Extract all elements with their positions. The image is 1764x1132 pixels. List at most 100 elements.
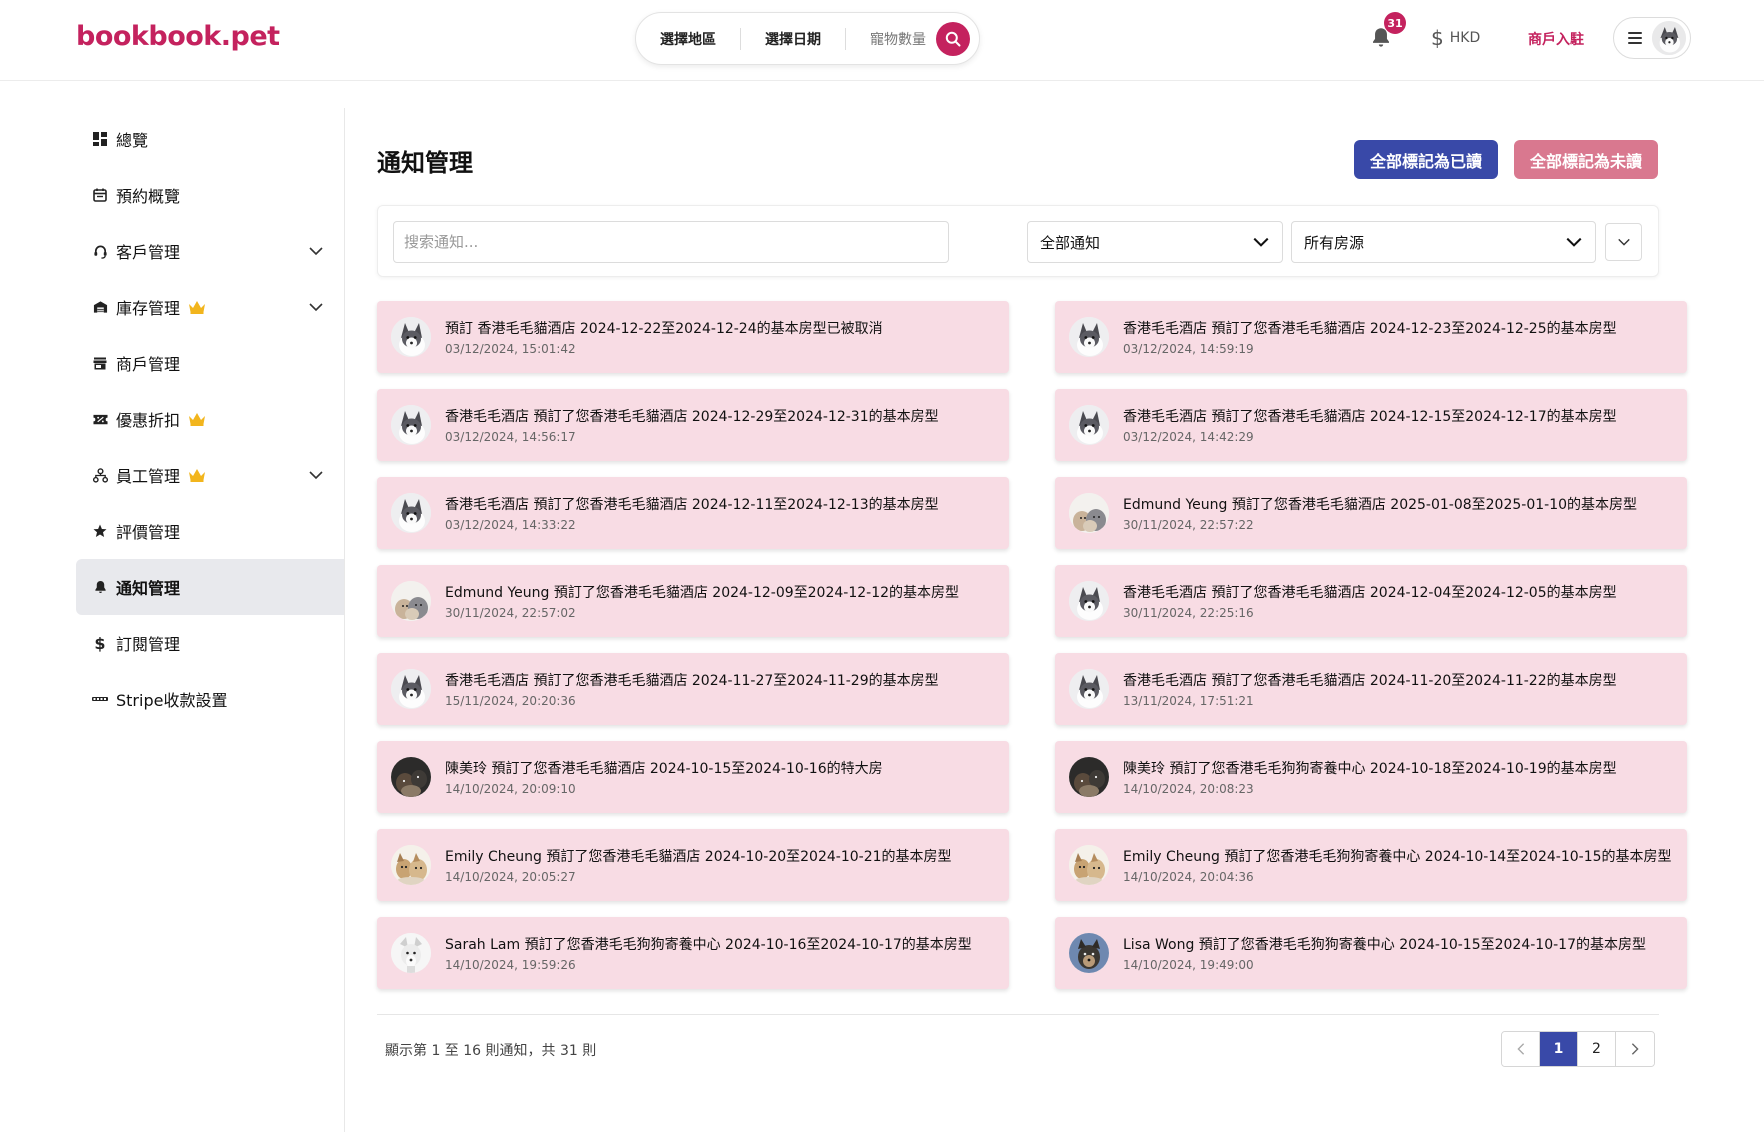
- notification-card[interactable]: 香港毛毛酒店 預訂了您香港毛毛貓酒店 2024-12-04至2024-12-05…: [1055, 565, 1687, 637]
- notification-message: 香港毛毛酒店 預訂了您香港毛毛貓酒店 2024-12-04至2024-12-05…: [1123, 585, 1617, 601]
- pagination-divider: [377, 1014, 1659, 1015]
- sidebar-item-inventory[interactable]: 庫存管理: [76, 279, 344, 335]
- notification-message: 香港毛毛酒店 預訂了您香港毛毛貓酒店 2024-12-29至2024-12-31…: [445, 409, 939, 425]
- notification-card[interactable]: Edmund Yeung 預訂了您香港毛毛貓酒店 2024-12-09至2024…: [377, 565, 1009, 637]
- sidebar-item-label: 庫存管理: [116, 299, 181, 318]
- crown-icon: [189, 413, 206, 426]
- currency-selector[interactable]: $ HKD: [1431, 26, 1480, 50]
- mark-all-read-button[interactable]: 全部標記為已讀: [1354, 140, 1498, 179]
- pet-count-picker[interactable]: 寵物數量: [846, 29, 936, 49]
- notification-card[interactable]: 陳美玲 預訂了您香港毛毛貓酒店 2024-10-15至2024-10-16的特大…: [377, 741, 1009, 813]
- chevron-down-icon[interactable]: [308, 299, 324, 315]
- sidebar-item-label: 訂閱管理: [116, 635, 181, 654]
- notification-timestamp: 14/10/2024, 19:49:00: [1123, 958, 1254, 972]
- search-button[interactable]: [936, 21, 970, 56]
- select-value: 所有房源: [1304, 233, 1365, 252]
- avatar: [1069, 933, 1109, 973]
- notification-card[interactable]: 香港毛毛酒店 預訂了您香港毛毛貓酒店 2024-12-29至2024-12-31…: [377, 389, 1009, 461]
- notification-card[interactable]: Emily Cheung 預訂了您香港毛毛狗狗寄養中心 2024-10-14至2…: [1055, 829, 1687, 901]
- sidebar-item-discounts[interactable]: 優惠折扣: [76, 391, 344, 447]
- filter-panel: 全部通知 所有房源: [377, 205, 1659, 277]
- chevron-down-icon: [1253, 237, 1269, 247]
- notification-timestamp: 30/11/2024, 22:57:22: [1123, 518, 1254, 532]
- page-button[interactable]: 2: [1578, 1032, 1616, 1066]
- notification-timestamp: 30/11/2024, 22:25:16: [1123, 606, 1254, 620]
- notification-timestamp: 14/10/2024, 20:08:23: [1123, 782, 1254, 796]
- notification-timestamp: 03/12/2024, 14:42:29: [1123, 430, 1254, 444]
- sidebar-item-label: 商戶管理: [116, 355, 181, 374]
- search-input[interactable]: [393, 221, 949, 263]
- merchant-signup-link[interactable]: 商戶入駐: [1528, 29, 1584, 49]
- menu-icon: [1628, 32, 1642, 44]
- notification-message: Edmund Yeung 預訂了您香港毛毛貓酒店 2025-01-08至2025…: [1123, 497, 1638, 513]
- notification-card[interactable]: Edmund Yeung 預訂了您香港毛毛貓酒店 2025-01-08至2025…: [1055, 477, 1687, 549]
- avatar: [391, 669, 431, 709]
- chevron-down-icon[interactable]: [308, 467, 324, 483]
- notification-card[interactable]: 香港毛毛酒店 預訂了您香港毛毛貓酒店 2024-11-27至2024-11-29…: [377, 653, 1009, 725]
- headset-icon: [92, 243, 108, 259]
- user-menu-button[interactable]: [1613, 17, 1691, 59]
- notification-message: 香港毛毛酒店 預訂了您香港毛毛貓酒店 2024-12-23至2024-12-25…: [1123, 321, 1617, 337]
- sidebar-item-label: 評價管理: [116, 523, 181, 542]
- prev-page-button[interactable]: [1502, 1032, 1540, 1066]
- chevron-right-icon: [1631, 1043, 1639, 1055]
- avatar: [391, 317, 431, 357]
- sidebar-item-bookings[interactable]: 預約概覽: [76, 167, 344, 223]
- sidebar-item-notifications[interactable]: 通知管理: [76, 559, 344, 615]
- warehouse-icon: [92, 299, 108, 315]
- sidebar-item-staff[interactable]: 員工管理: [76, 447, 344, 503]
- avatar: [1069, 845, 1109, 885]
- notification-message: 香港毛毛酒店 預訂了您香港毛毛貓酒店 2024-11-27至2024-11-29…: [445, 673, 939, 689]
- next-page-button[interactable]: [1616, 1032, 1654, 1066]
- search-bar: 選擇地區 選擇日期 寵物數量: [635, 12, 980, 65]
- sidebar-item-overview[interactable]: 總覽: [76, 111, 344, 167]
- notification-card[interactable]: 預訂 香港毛毛貓酒店 2024-12-22至2024-12-24的基本房型已被取…: [377, 301, 1009, 373]
- mark-all-unread-button[interactable]: 全部標記為未讀: [1514, 140, 1658, 179]
- notification-timestamp: 15/11/2024, 20:20:36: [445, 694, 576, 708]
- sidebar-item-label: 通知管理: [116, 579, 181, 598]
- sidebar-item-merchant[interactable]: 商戶管理: [76, 335, 344, 391]
- chevron-down-icon[interactable]: [308, 243, 324, 259]
- bell-icon: [92, 579, 108, 595]
- notification-card[interactable]: Emily Cheung 預訂了您香港毛毛貓酒店 2024-10-20至2024…: [377, 829, 1009, 901]
- date-picker[interactable]: 選擇日期: [741, 29, 845, 49]
- avatar: [1069, 669, 1109, 709]
- ticket-icon: [92, 411, 108, 427]
- notification-card[interactable]: 香港毛毛酒店 預訂了您香港毛毛貓酒店 2024-11-20至2024-11-22…: [1055, 653, 1687, 725]
- sidebar-item-customers[interactable]: 客戶管理: [76, 223, 344, 279]
- notification-count-badge: 31: [1384, 12, 1406, 34]
- sidebar-item-label: 員工管理: [116, 467, 181, 486]
- avatar: [391, 493, 431, 533]
- notification-card[interactable]: 香港毛毛酒店 預訂了您香港毛毛貓酒店 2024-12-15至2024-12-17…: [1055, 389, 1687, 461]
- notification-message: 香港毛毛酒店 預訂了您香港毛毛貓酒店 2024-12-15至2024-12-17…: [1123, 409, 1617, 425]
- page-title: 通知管理: [377, 149, 473, 177]
- avatar: [391, 405, 431, 445]
- notification-timestamp: 03/12/2024, 14:56:17: [445, 430, 576, 444]
- chevron-down-icon: [1617, 238, 1630, 246]
- notification-card[interactable]: 陳美玲 預訂了您香港毛毛狗狗寄養中心 2024-10-18至2024-10-19…: [1055, 741, 1687, 813]
- notification-timestamp: 13/11/2024, 17:51:21: [1123, 694, 1254, 708]
- notification-type-select[interactable]: 全部通知: [1027, 221, 1283, 263]
- star-icon: [92, 523, 108, 539]
- sidebar-item-stripe[interactable]: Stripe收款設置: [76, 671, 344, 727]
- avatar: [391, 581, 431, 621]
- sidebar-item-subscription[interactable]: $ 訂閱管理: [76, 615, 344, 671]
- site-logo[interactable]: bookbook.pet: [76, 21, 280, 52]
- property-select[interactable]: 所有房源: [1291, 221, 1596, 263]
- sidebar-item-label: 客戶管理: [116, 243, 181, 262]
- notification-timestamp: 14/10/2024, 19:59:26: [445, 958, 576, 972]
- notification-card[interactable]: 香港毛毛酒店 預訂了您香港毛毛貓酒店 2024-12-11至2024-12-13…: [377, 477, 1009, 549]
- sidebar-item-reviews[interactable]: 評價管理: [76, 503, 344, 559]
- notification-timestamp: 14/10/2024, 20:04:36: [1123, 870, 1254, 884]
- notification-message: 預訂 香港毛毛貓酒店 2024-12-22至2024-12-24的基本房型已被取…: [445, 321, 883, 337]
- notification-message: Edmund Yeung 預訂了您香港毛毛貓酒店 2024-12-09至2024…: [445, 585, 960, 601]
- page-button[interactable]: 1: [1540, 1032, 1578, 1066]
- crown-icon: [189, 469, 206, 482]
- notification-card[interactable]: Sarah Lam 預訂了您香港毛毛狗狗寄養中心 2024-10-16至2024…: [377, 917, 1009, 989]
- dollar-icon: $: [1431, 26, 1444, 50]
- region-picker[interactable]: 選擇地區: [636, 29, 740, 49]
- notification-card[interactable]: Lisa Wong 預訂了您香港毛毛狗狗寄養中心 2024-10-15至2024…: [1055, 917, 1687, 989]
- notification-card[interactable]: 香港毛毛酒店 預訂了您香港毛毛貓酒店 2024-12-23至2024-12-25…: [1055, 301, 1687, 373]
- more-filters-button[interactable]: [1605, 223, 1642, 261]
- top-header: bookbook.pet 選擇地區 選擇日期 寵物數量 31 $ HKD 商戶入…: [0, 0, 1764, 81]
